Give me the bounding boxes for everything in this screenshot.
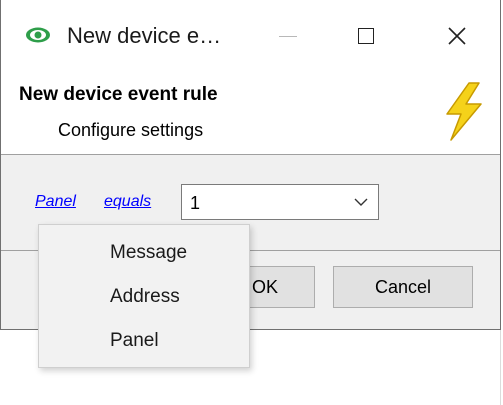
eye-icon (26, 27, 50, 43)
chevron-down-icon (354, 198, 368, 206)
maximize-button[interactable] (336, 16, 396, 56)
background-border-line (500, 330, 501, 405)
field-link[interactable]: Panel (35, 193, 76, 211)
page-title: New device event rule (19, 84, 218, 105)
field-dropdown-menu: Message Address Panel (38, 224, 250, 368)
menu-item-address[interactable]: Address (110, 286, 180, 308)
cancel-button[interactable]: Cancel (333, 266, 473, 308)
maximize-icon (358, 28, 374, 44)
page-subtitle: Configure settings (58, 120, 204, 140)
menu-item-message[interactable]: Message (110, 242, 187, 264)
minimize-button[interactable] (258, 16, 318, 56)
close-button[interactable] (427, 16, 487, 56)
operator-link[interactable]: equals (104, 193, 151, 211)
value-combobox[interactable]: 1 (181, 184, 379, 220)
minimize-icon (279, 35, 297, 37)
lightning-bolt-icon (446, 82, 482, 141)
wizard-header: New device event rule Configure settings (1, 76, 500, 155)
window-title: New device e… (67, 23, 222, 48)
combobox-value: 1 (190, 193, 201, 213)
close-icon (448, 27, 466, 45)
menu-item-panel[interactable]: Panel (110, 330, 159, 352)
title-bar: New device e… (1, 0, 500, 76)
